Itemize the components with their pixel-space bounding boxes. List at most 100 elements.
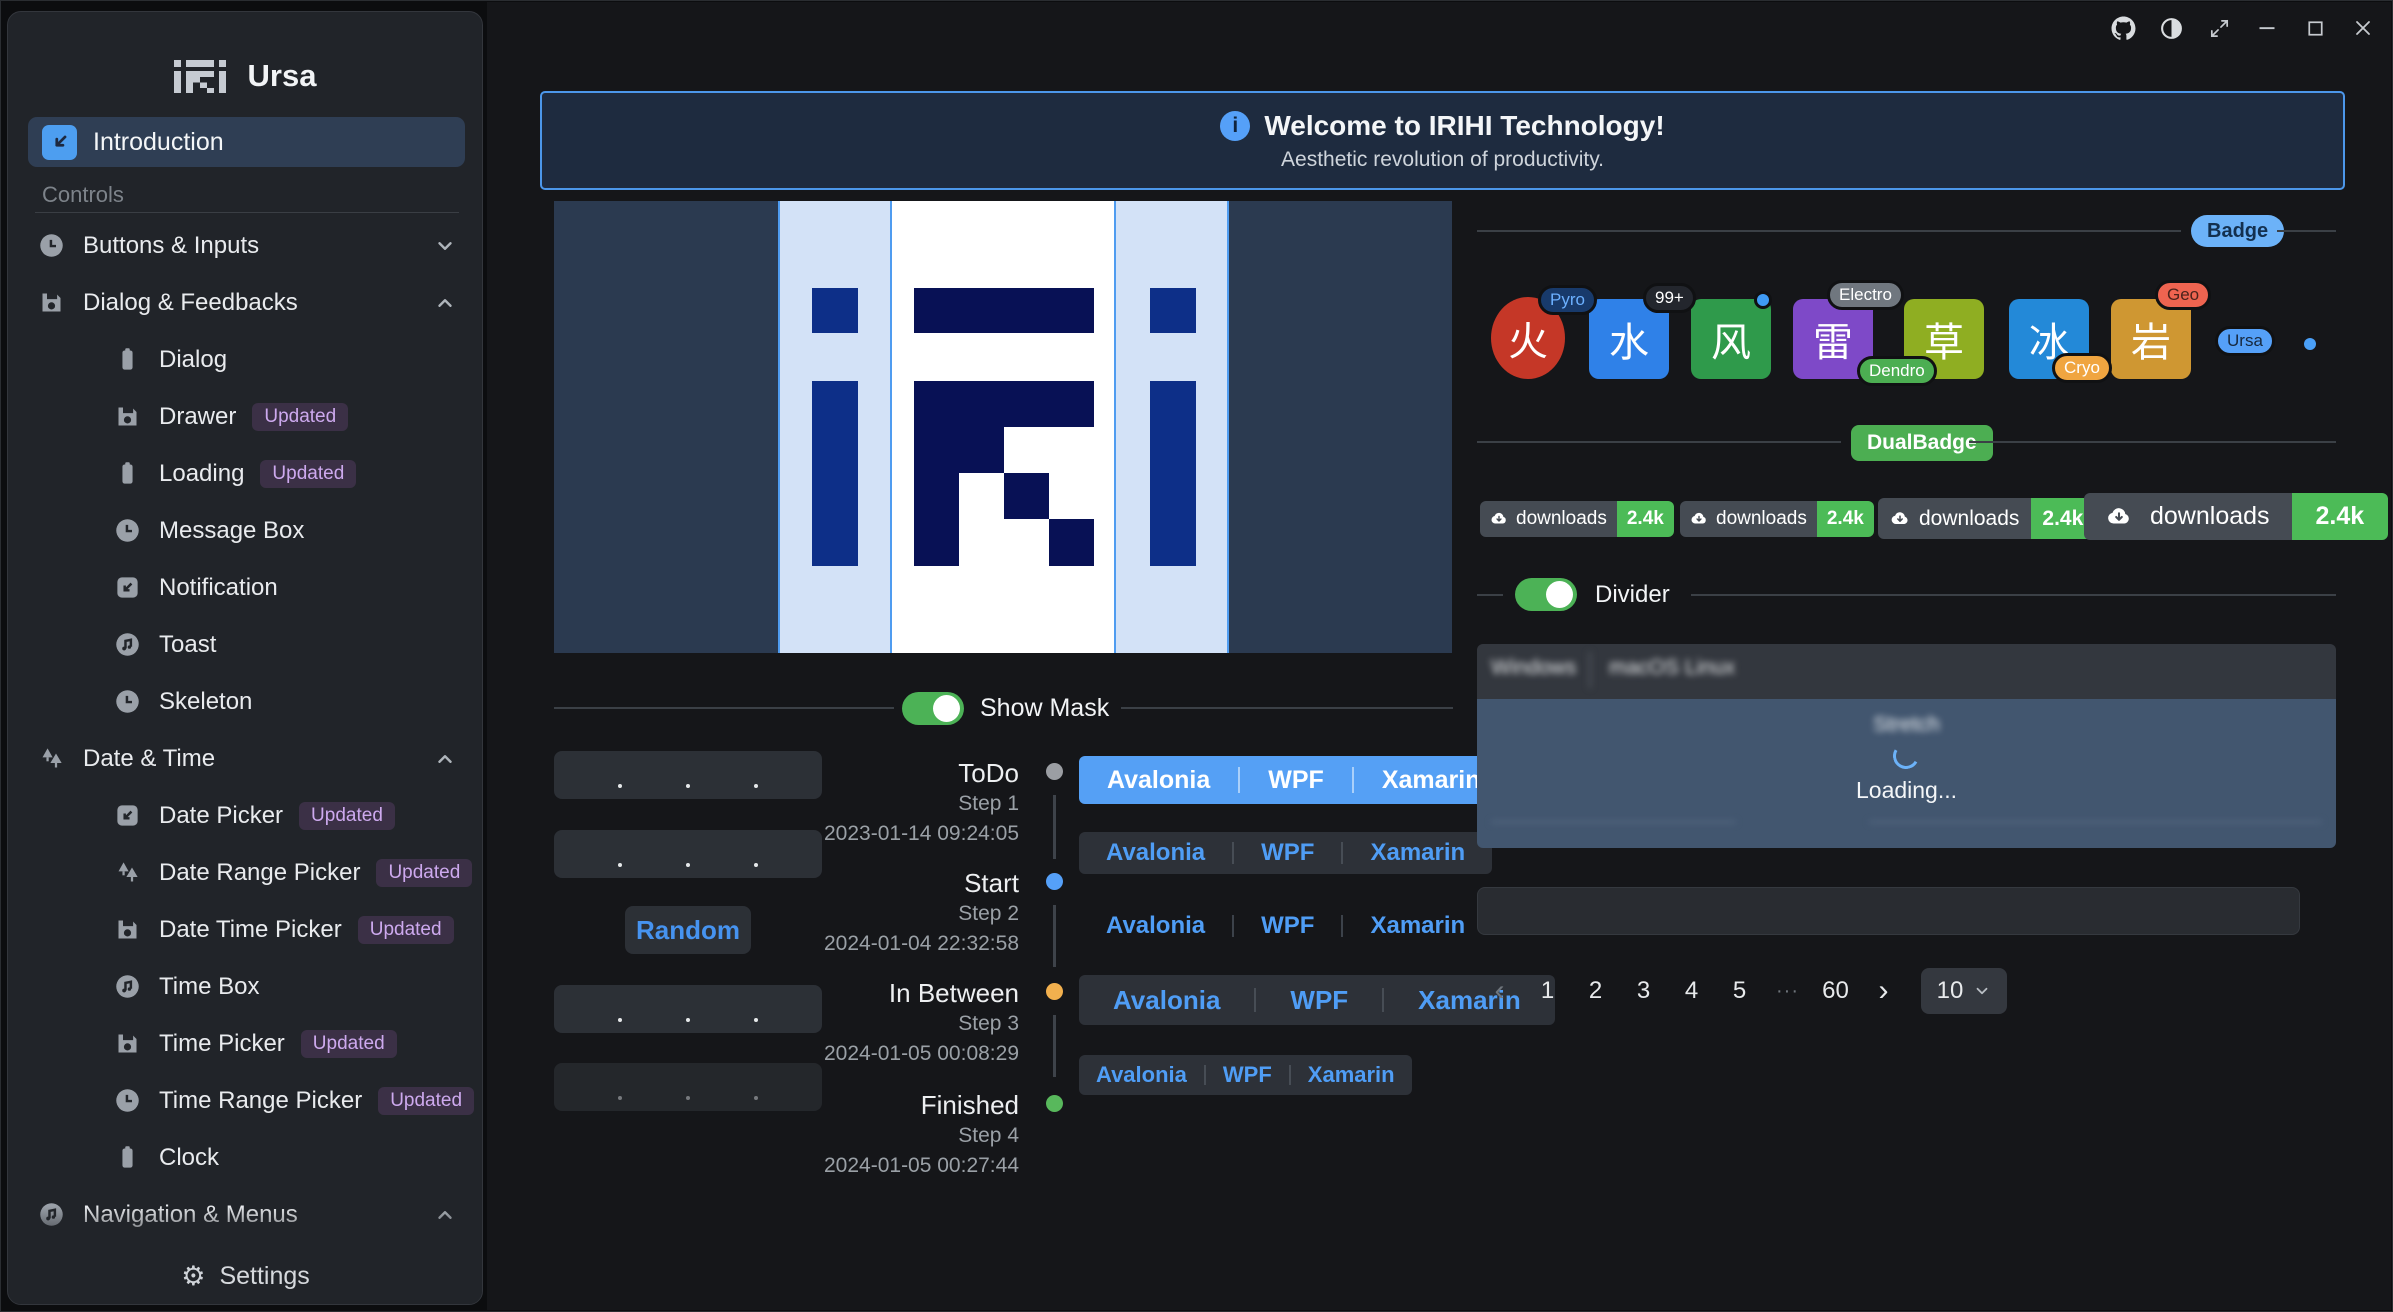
group-label: Navigation & Menus <box>83 1201 298 1229</box>
pagination-page-5[interactable]: 5 <box>1719 969 1760 1013</box>
step-todo: ToDo Step 1 2023-01-14 09:24:05 <box>779 757 1019 849</box>
dot-badge <box>1754 291 1772 309</box>
logo-top-bar <box>914 288 1094 333</box>
downloads-value: 2.4k <box>1817 501 1874 537</box>
pagination-page-1[interactable]: 1 <box>1527 969 1568 1013</box>
downloads-label: downloads <box>1516 508 1607 530</box>
sidebar-item-date-time-picker[interactable]: Date Time Picker Updated <box>8 901 482 958</box>
floppy-icon <box>114 1030 141 1057</box>
sidebar-item-label: Introduction <box>93 128 224 157</box>
settings-button[interactable]: ⚙ Settings <box>9 1248 482 1304</box>
ursa-chip: Ursa <box>2215 326 2275 356</box>
pagination-page-60[interactable]: 60 <box>1815 969 1856 1013</box>
battery-icon <box>114 460 141 487</box>
sidebar-item-date-picker[interactable]: Date Picker Updated <box>8 787 482 844</box>
sidebar-item-date-range-picker[interactable]: Date Range Picker Updated <box>8 844 482 901</box>
divider-line <box>1477 441 1841 443</box>
step-dot-in-between <box>1046 983 1063 1000</box>
wpf-button[interactable]: WPF <box>1234 832 1341 874</box>
ip-separator-dot <box>754 1018 758 1022</box>
pagination-page-3[interactable]: 3 <box>1623 969 1664 1013</box>
wpf-button[interactable]: WPF <box>1234 905 1341 947</box>
logo-right-i-bar <box>1150 381 1196 566</box>
ip-separator-dot <box>686 1096 690 1100</box>
random-button[interactable]: Random <box>625 906 751 954</box>
wpf-button[interactable]: WPF <box>1206 1055 1289 1095</box>
step-sub: Step 4 <box>779 1121 1019 1151</box>
avalonia-button[interactable]: Avalonia <box>1079 905 1232 947</box>
divider-toggle[interactable] <box>1515 578 1577 611</box>
sidebar-item-notification[interactable]: Notification <box>8 559 482 616</box>
trees-icon <box>38 745 65 772</box>
sidebar-item-skeleton[interactable]: Skeleton <box>8 673 482 730</box>
sidebar-item-drawer[interactable]: Drawer Updated <box>8 388 482 445</box>
downloads-badge-2: downloads 2.4k <box>1680 501 1874 537</box>
avalonia-button[interactable]: Avalonia <box>1079 756 1238 804</box>
downloads-label: downloads <box>1716 508 1807 530</box>
sidebar-item-clock[interactable]: Clock <box>8 1129 482 1186</box>
banner-title: Welcome to IRIHI Technology! <box>1264 110 1664 142</box>
sidebar-item-time-picker[interactable]: Time Picker Updated <box>8 1015 482 1072</box>
sidebar-group-buttons-inputs[interactable]: Buttons & Inputs <box>8 217 482 274</box>
updated-badge: Updated <box>301 1030 397 1058</box>
pagination-page-4[interactable]: 4 <box>1671 969 1712 1013</box>
xamarin-button[interactable]: Xamarin <box>1291 1055 1412 1095</box>
sidebar-group-date-time[interactable]: Date & Time <box>8 730 482 787</box>
theme-half-circle-icon <box>2159 16 2184 41</box>
sidebar-item-toast[interactable]: Toast <box>8 616 482 673</box>
info-icon: i <box>1220 111 1250 141</box>
pyro-chip: Pyro <box>1538 285 1597 315</box>
minimize-button[interactable] <box>2250 11 2284 45</box>
app-logo: Ursa <box>8 54 482 98</box>
github-button[interactable] <box>2106 11 2140 45</box>
item-label: Skeleton <box>159 688 252 716</box>
sidebar-item-loading[interactable]: Loading Updated <box>8 445 482 502</box>
divider-line <box>1477 230 2181 232</box>
pagination-page-2[interactable]: 2 <box>1575 969 1616 1013</box>
cloud-download-icon <box>1490 510 1508 528</box>
page-size-dropdown[interactable]: 10 <box>1921 968 2007 1014</box>
sidebar-group-dialog-feedbacks[interactable]: Dialog & Feedbacks <box>8 274 482 331</box>
xamarin-button[interactable]: Xamarin <box>1343 832 1492 874</box>
avalonia-button[interactable]: Avalonia <box>1079 832 1232 874</box>
sidebar-item-message-box[interactable]: Message Box <box>8 502 482 559</box>
loading-demo-panel: Windows macOS Linux Stretch Loading... <box>1477 644 2336 848</box>
empty-input-bar[interactable] <box>1477 887 2300 935</box>
sidebar-item-introduction[interactable]: Introduction <box>28 117 465 167</box>
item-label: Clock <box>159 1144 219 1172</box>
logo-f-row2 <box>914 427 1004 473</box>
sidebar-nav-list: Buttons & Inputs Dialog & Feedbacks Dial… <box>8 217 482 1257</box>
music-note-icon <box>114 973 141 1000</box>
wpf-button[interactable]: WPF <box>1240 756 1352 804</box>
show-mask-label: Show Mask <box>980 694 1109 723</box>
wpf-button[interactable]: WPF <box>1256 975 1382 1025</box>
sidebar-group-navigation-menus[interactable]: Navigation & Menus <box>8 1186 482 1243</box>
avalonia-button[interactable]: Avalonia <box>1079 1055 1204 1095</box>
pagination-prev-button[interactable]: ‹ <box>1479 969 1520 1013</box>
group-label: Date & Time <box>83 745 215 773</box>
badge-char: 火 <box>1508 309 1548 367</box>
sidebar-item-dialog[interactable]: Dialog <box>8 331 482 388</box>
avalonia-button[interactable]: Avalonia <box>1079 975 1254 1025</box>
theme-toggle-button[interactable] <box>2154 11 2188 45</box>
sidebar-item-time-box[interactable]: Time Box <box>8 958 482 1015</box>
pagination-next-button[interactable]: › <box>1863 969 1904 1013</box>
show-mask-toggle[interactable] <box>902 692 964 725</box>
maximize-button[interactable] <box>2298 11 2332 45</box>
battery-icon <box>114 346 141 373</box>
step-connector <box>1053 795 1056 859</box>
xamarin-button[interactable]: Xamarin <box>1343 905 1492 947</box>
floppy-icon <box>114 403 141 430</box>
music-note-icon <box>38 1201 65 1228</box>
group-label: Dialog & Feedbacks <box>83 289 298 317</box>
fullscreen-button[interactable] <box>2202 11 2236 45</box>
step-time: 2024-01-04 22:32:58 <box>779 929 1019 959</box>
downloads-badge-1: downloads 2.4k <box>1480 501 1674 537</box>
mask-border-line <box>1114 201 1116 653</box>
downloads-value: 2.4k <box>2292 493 2389 540</box>
sidebar-item-time-range-picker[interactable]: Time Range Picker Updated <box>8 1072 482 1129</box>
chevron-down-icon <box>434 235 456 257</box>
floppy-icon <box>38 289 65 316</box>
close-button[interactable] <box>2346 11 2380 45</box>
logo-f-row4b <box>1049 519 1094 566</box>
